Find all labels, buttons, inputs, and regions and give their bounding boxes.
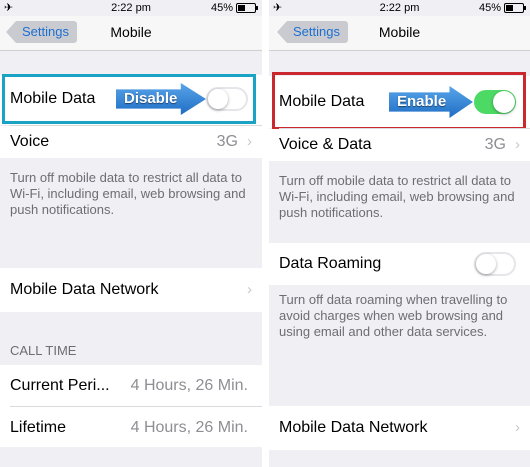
lifetime-label: Lifetime <box>10 419 67 436</box>
nav-title: Mobile <box>110 24 152 40</box>
battery-icon <box>504 3 526 13</box>
current-period-value: 4 Hours, 26 Min. <box>130 377 248 394</box>
data-roaming-label: Data Roaming <box>279 255 382 272</box>
battery-indicator: 45% <box>210 2 258 14</box>
voice-value: 3G <box>216 133 238 150</box>
data-roaming-footer: Turn off data roaming when travelling to… <box>279 292 508 339</box>
voice-data-label: Voice & Data <box>279 136 372 153</box>
left-screenshot: ✈ 2:22 pm 45% Settings Mobile Mobile Dat… <box>0 0 262 467</box>
voice-label: Voice <box>10 133 50 150</box>
navigation-bar: Settings Mobile <box>0 16 262 51</box>
chevron-right-icon: › <box>515 419 520 436</box>
battery-percent: 45% <box>210 2 233 14</box>
mobile-data-network-cell[interactable]: Mobile Data Network › <box>0 268 262 312</box>
mobile-data-network-cell[interactable]: Mobile Data Network › <box>269 406 530 450</box>
status-bar: ✈ 2:22 pm 45% <box>269 0 530 16</box>
right-screenshot: ✈ 2:22 pm 45% Settings Mobile Mobile Dat… <box>269 0 530 467</box>
voice-data-value: 3G <box>484 136 506 153</box>
call-time-group: Current Peri... 4 Hours, 26 Min. Lifetim… <box>0 365 262 447</box>
mobile-data-network-label: Mobile Data Network <box>279 419 428 436</box>
status-bar: ✈ 2:22 pm 45% <box>0 0 262 16</box>
nav-title: Mobile <box>378 24 421 40</box>
chevron-right-icon: › <box>247 281 252 298</box>
lifetime-value: 4 Hours, 26 Min. <box>130 419 248 436</box>
mobile-data-footer: Turn off mobile data to restrict all dat… <box>10 170 246 217</box>
mobile-data-footer: Turn off mobile data to restrict all dat… <box>279 173 515 220</box>
navigation-bar: Settings Mobile <box>269 16 530 51</box>
separator <box>10 406 262 407</box>
data-roaming-cell: Data Roaming <box>269 243 530 285</box>
voice-data-cell[interactable]: Voice & Data 3G › <box>269 129 530 161</box>
mobile-data-network-label: Mobile Data Network <box>10 281 159 298</box>
battery-percent: 45% <box>478 2 501 14</box>
battery-icon <box>236 3 258 13</box>
chevron-right-icon: › <box>515 136 520 153</box>
data-roaming-toggle[interactable] <box>474 252 516 276</box>
chevron-right-icon: › <box>247 133 252 150</box>
voice-cell[interactable]: Voice 3G › <box>0 126 262 158</box>
battery-indicator: 45% <box>478 2 526 14</box>
current-period-label: Current Peri... <box>10 377 110 394</box>
call-time-header: CALL TIME <box>10 343 77 358</box>
